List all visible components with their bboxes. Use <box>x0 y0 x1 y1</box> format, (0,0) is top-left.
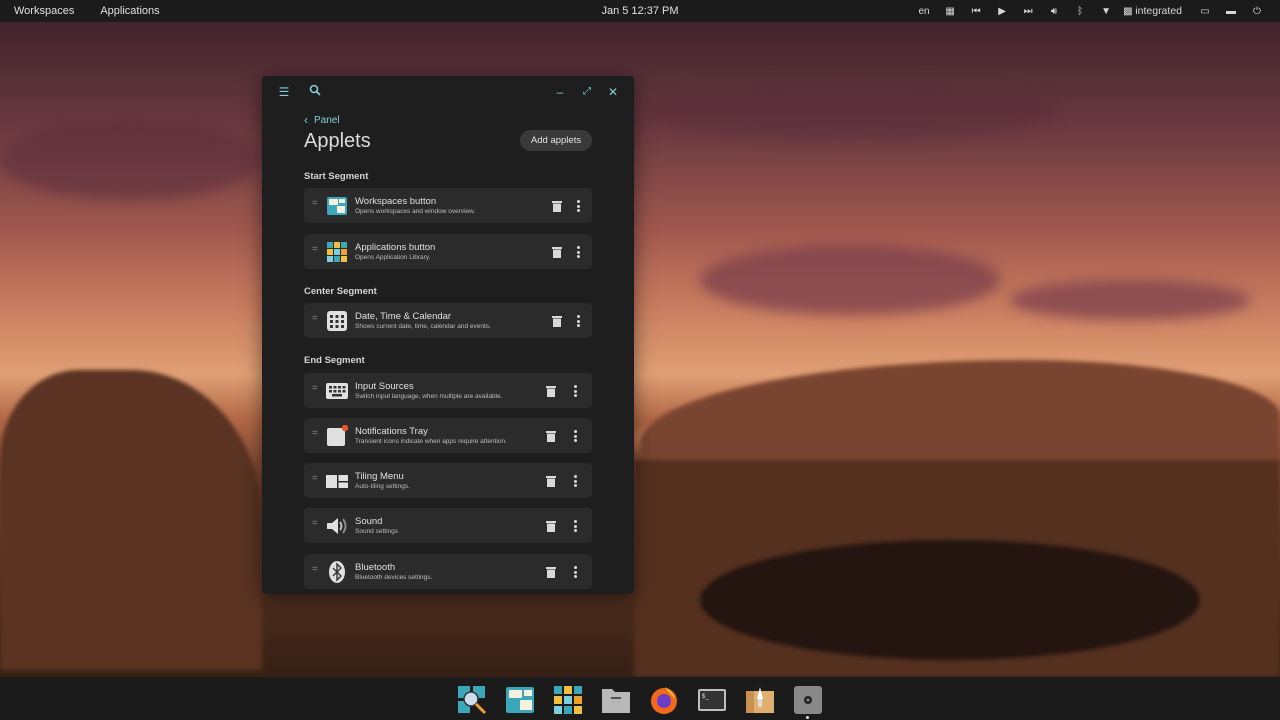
applet-description: Switch input language, when multiple are… <box>355 393 503 400</box>
maximize-icon[interactable]: ⤢ <box>579 84 595 100</box>
settings-window: ☰ – ⤢ ✕ ‹ Panel Applets Add applets Star… <box>262 76 634 594</box>
back-link[interactable]: ‹ Panel <box>304 113 340 127</box>
back-label: Panel <box>314 114 340 126</box>
drag-handle-icon[interactable]: = <box>312 519 318 529</box>
close-icon[interactable]: ✕ <box>605 84 621 100</box>
svg-text:$_: $_ <box>702 694 709 700</box>
more-options-icon[interactable] <box>572 428 578 444</box>
trash-icon[interactable] <box>552 315 562 327</box>
applet-name: Bluetooth <box>355 562 396 573</box>
more-options-icon[interactable] <box>572 518 578 534</box>
drag-handle-icon[interactable]: = <box>312 384 318 394</box>
trash-icon[interactable] <box>546 566 556 578</box>
applet-name: Workspaces button <box>355 196 437 207</box>
applet-row[interactable]: = Workspaces button Opens workspaces and… <box>304 188 592 223</box>
top-panel: Workspaces Applications Jan 5 12:37 PM e… <box>0 0 1280 22</box>
bluetooth-icon[interactable]: ᛒ <box>1067 0 1093 22</box>
applications-dock-icon[interactable] <box>553 685 583 715</box>
applet-row[interactable]: = Applications button Opens Application … <box>304 234 592 269</box>
clock[interactable]: Jan 5 12:37 PM <box>601 5 678 17</box>
drag-handle-icon[interactable]: = <box>312 474 318 484</box>
applet-row[interactable]: = Sound Sound settings <box>304 508 592 543</box>
trash-icon[interactable] <box>552 246 562 258</box>
drag-handle-icon[interactable]: = <box>312 429 318 439</box>
launcher-icon[interactable] <box>457 685 487 715</box>
files-icon[interactable] <box>601 685 631 715</box>
wifi-icon[interactable]: ▼ <box>1093 0 1119 22</box>
window-header: ☰ – ⤢ ✕ <box>262 76 634 108</box>
applet-description: Bluetooth devices settings. <box>355 574 433 581</box>
menu-icon[interactable]: ☰ <box>276 84 292 100</box>
applet-name: Date, Time & Calendar <box>355 311 452 322</box>
segment-heading: Start Segment <box>304 171 369 182</box>
more-options-icon[interactable] <box>572 473 578 489</box>
more-options-icon[interactable] <box>572 564 578 580</box>
applet-description: Opens Application Library. <box>355 254 431 261</box>
notification-icon <box>327 425 348 446</box>
segment-heading: Center Segment <box>304 286 377 297</box>
more-options-icon[interactable] <box>572 383 578 399</box>
applet-name: Applications button <box>355 242 436 253</box>
applet-description: Opens workspaces and window overview. <box>355 208 476 215</box>
trash-icon[interactable] <box>546 430 556 442</box>
active-indicator <box>806 716 809 719</box>
sound-icon <box>327 518 347 534</box>
settings-icon[interactable] <box>793 685 823 715</box>
battery-icon[interactable]: ▭ <box>1192 0 1218 22</box>
trash-icon[interactable] <box>546 520 556 532</box>
dock: $_ <box>0 677 1280 720</box>
volume-icon[interactable]: 🔊︎ <box>1041 0 1067 22</box>
applet-description: Shows current date, time, calendar and e… <box>355 323 491 330</box>
tiling-icon[interactable]: ▦ <box>937 0 963 22</box>
gpu-icon[interactable]: ▩ integrated <box>1119 0 1182 22</box>
applet-row[interactable]: = Bluetooth Bluetooth devices settings. <box>304 554 592 589</box>
tiling-icon <box>326 475 348 488</box>
page-title: Applets <box>304 130 371 152</box>
power-icon[interactable]: ⏻ <box>1244 0 1270 22</box>
keyboard-icon <box>326 383 348 399</box>
applet-row[interactable]: = Input Sources Switch input language, w… <box>304 373 592 408</box>
pop-shop-icon[interactable] <box>745 685 775 715</box>
applications-icon <box>327 242 347 262</box>
applet-name: Notifications Tray <box>355 426 428 437</box>
applet-description: Sound settings <box>355 528 399 535</box>
more-options-icon[interactable] <box>575 198 581 214</box>
drag-handle-icon[interactable]: = <box>312 199 318 209</box>
workspaces-button[interactable]: Workspaces <box>0 5 86 17</box>
applet-name: Sound <box>355 516 383 527</box>
add-applets-button[interactable]: Add applets <box>520 130 592 151</box>
applet-row[interactable]: = Notifications Tray Transient icons ind… <box>304 418 592 453</box>
minimize-icon[interactable]: – <box>552 84 568 100</box>
bluetooth-icon <box>329 561 345 583</box>
applications-button[interactable]: Applications <box>86 5 171 17</box>
drag-handle-icon[interactable]: = <box>312 314 318 324</box>
search-icon[interactable] <box>307 84 323 100</box>
drag-handle-icon[interactable]: = <box>312 245 318 255</box>
trash-icon[interactable] <box>546 475 556 487</box>
applet-name: Tiling Menu <box>355 471 404 482</box>
applet-description: Auto-tiling settings. <box>355 483 410 490</box>
gpu-label: integrated <box>1135 5 1182 17</box>
trash-icon[interactable] <box>552 200 562 212</box>
workspaces-icon <box>327 197 347 215</box>
notifications-icon[interactable]: ▬ <box>1218 0 1244 22</box>
calendar-icon <box>327 311 347 331</box>
firefox-icon[interactable] <box>649 685 679 715</box>
applet-row[interactable]: = Tiling Menu Auto-tiling settings. <box>304 463 592 498</box>
play-icon[interactable]: ▶ <box>989 0 1015 22</box>
applet-name: Input Sources <box>355 381 414 392</box>
applet-row[interactable]: = Date, Time & Calendar Shows current da… <box>304 303 592 338</box>
segment-heading: End Segment <box>304 355 365 366</box>
workspaces-dock-icon[interactable] <box>505 685 535 715</box>
trash-icon[interactable] <box>546 385 556 397</box>
terminal-icon[interactable]: $_ <box>697 685 727 715</box>
more-options-icon[interactable] <box>575 244 581 260</box>
previous-track-icon[interactable]: ⏮ <box>963 0 989 22</box>
drag-handle-icon[interactable]: = <box>312 565 318 575</box>
language-indicator[interactable]: en <box>911 0 937 22</box>
more-options-icon[interactable] <box>575 313 581 329</box>
applet-description: Transient icons indicate when apps requi… <box>355 438 507 445</box>
chevron-left-icon: ‹ <box>304 113 308 127</box>
next-track-icon[interactable]: ⏭ <box>1015 0 1041 22</box>
